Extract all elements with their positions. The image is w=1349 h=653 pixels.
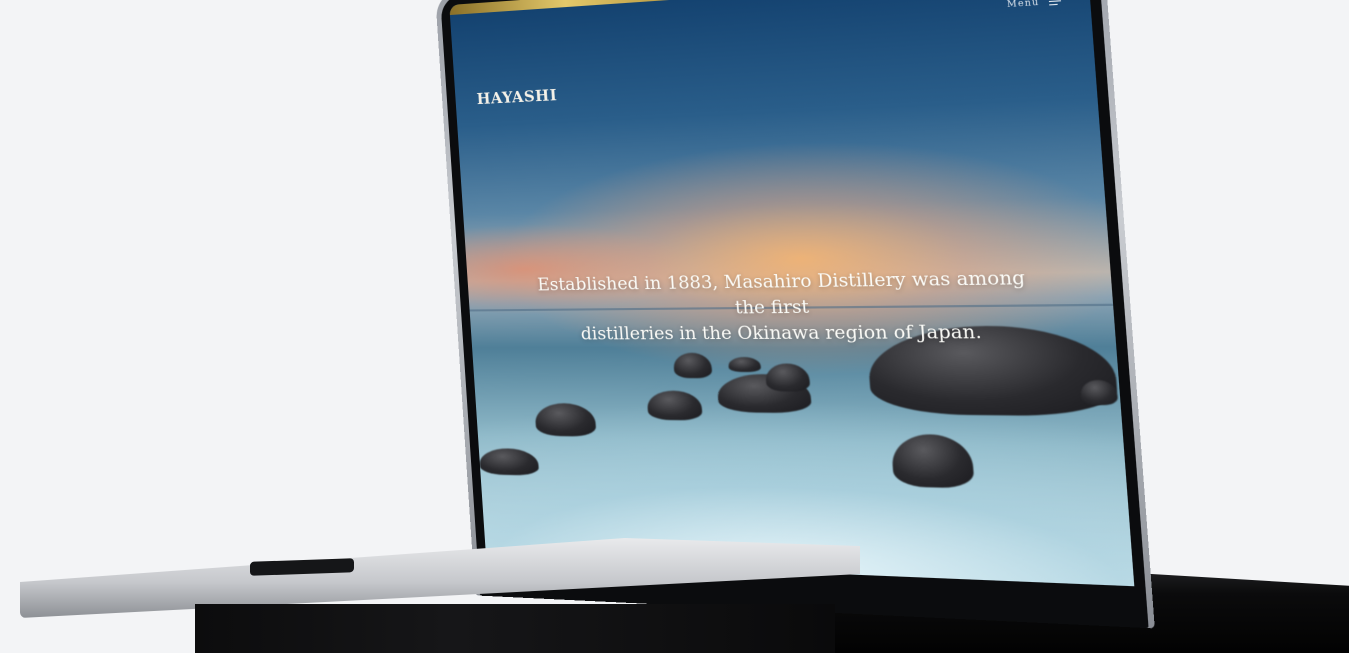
website-screen: HAYASHI Menu Established in 1883, Masahi… [449,0,1135,587]
menu-label: Menu [1006,0,1040,10]
hero-line: Established in 1883, Masahiro Distillery… [536,267,1026,319]
hero-line: distilleries in the Okinawa region of Ja… [580,321,983,345]
menu-button[interactable]: Menu [1007,0,1062,9]
mockup-scene: HAYASHI Menu Established in 1883, Masahi… [0,0,1349,653]
brand-logo[interactable]: HAYASHI [476,86,558,108]
hero-text: Established in 1883, Masahiro Distillery… [526,265,1044,347]
rock [727,357,762,373]
laptop-base [20,538,1120,653]
laptop-lid: HAYASHI Menu Established in 1883, Masahi… [435,0,1155,629]
laptop-base-underside [195,604,835,653]
hamburger-menu-icon [1048,0,1062,6]
gold-accent-strip [449,0,1088,16]
